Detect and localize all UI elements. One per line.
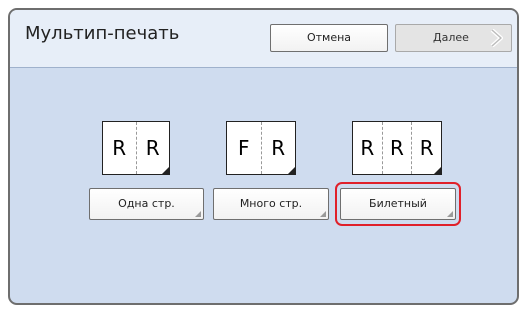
preview-letter: R <box>112 136 127 160</box>
ticket-preview: R R R <box>352 121 442 175</box>
preview-letter: F <box>237 136 250 160</box>
one-page-preview: R R <box>102 121 170 175</box>
preview-letter: R <box>381 122 412 174</box>
page-title: Мультип-печать <box>25 23 180 44</box>
page-fold-icon <box>161 166 170 175</box>
one-page-button[interactable]: Одна стр. <box>89 188 204 220</box>
multi-page-preview: F R <box>226 121 296 175</box>
preview-letter: R <box>360 136 375 160</box>
ticket-button[interactable]: Билетный <box>340 188 456 220</box>
chevron-right-icon <box>490 29 503 47</box>
header-bar: Мультип-печать Отмена Далее <box>10 10 517 68</box>
page-fold-icon <box>287 166 296 175</box>
page-fold-icon <box>433 166 442 175</box>
next-button-label: Далее <box>433 31 469 44</box>
multi-page-button[interactable]: Много стр. <box>213 188 329 220</box>
cancel-button[interactable]: Отмена <box>270 24 388 52</box>
next-button[interactable]: Далее <box>395 24 512 52</box>
multi-print-panel: Мультип-печать Отмена Далее R R F R R R <box>8 8 519 305</box>
